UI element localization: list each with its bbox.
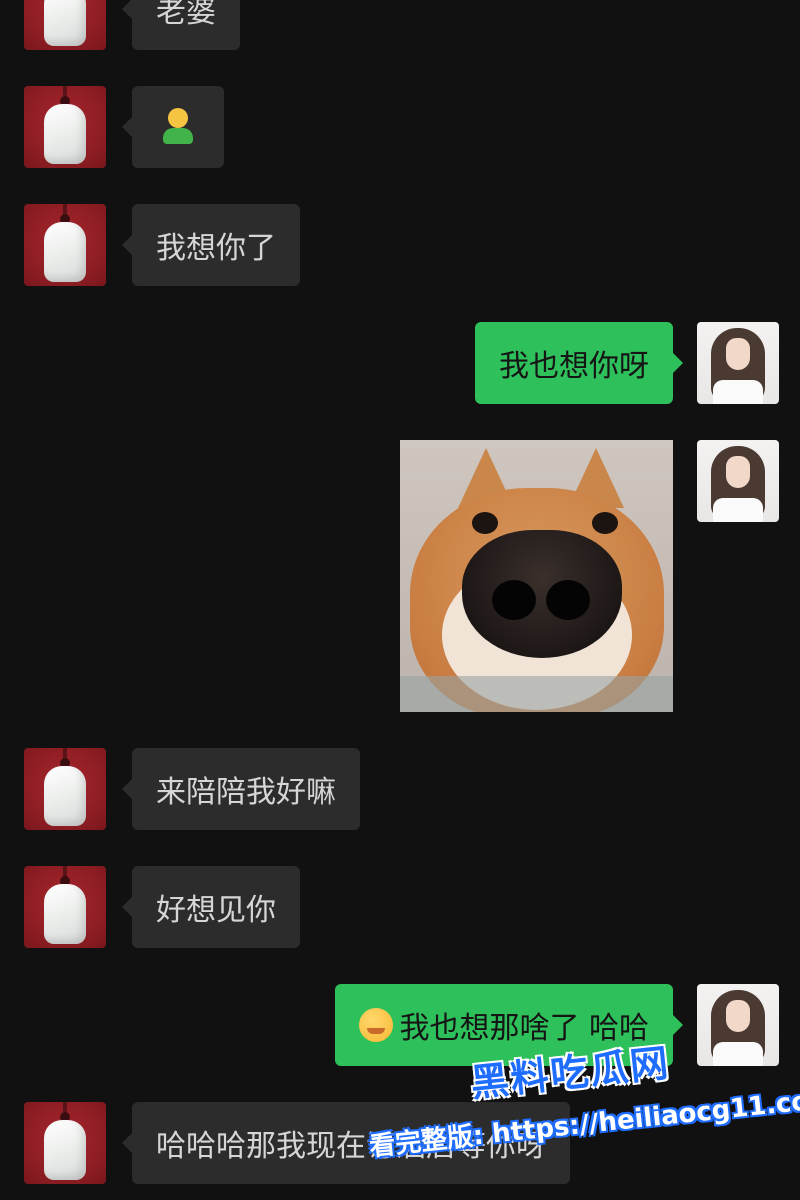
incoming-emoji-message[interactable] — [122, 86, 224, 168]
smirk-face-icon — [359, 1008, 394, 1042]
contact-avatar[interactable] — [24, 86, 106, 168]
self-avatar[interactable] — [697, 322, 779, 404]
incoming-message[interactable]: 老婆 — [122, 0, 240, 50]
incoming-message[interactable]: 我想你了 — [122, 204, 300, 286]
contact-avatar[interactable] — [24, 866, 106, 948]
contact-avatar[interactable] — [24, 1102, 106, 1184]
message-text: 我想你了 — [156, 231, 276, 266]
self-avatar[interactable] — [697, 440, 779, 522]
contact-avatar[interactable] — [24, 0, 106, 50]
message-text: 老婆 — [156, 0, 216, 30]
contact-avatar[interactable] — [24, 748, 106, 830]
outgoing-message[interactable]: 我也想你呀 — [475, 322, 683, 404]
contact-avatar[interactable] — [24, 204, 106, 286]
dog-photo-message[interactable] — [400, 440, 673, 712]
chat-thread: 老婆 我想你了 我也想你呀 来陪陪我好嘛 好想见你 我也想那啥了 哈哈 哈哈哈那… — [0, 0, 800, 1200]
incoming-message[interactable]: 好想见你 — [122, 866, 300, 948]
self-avatar[interactable] — [697, 984, 779, 1066]
person-emoji-icon — [160, 108, 196, 146]
incoming-message[interactable]: 来陪陪我好嘛 — [122, 748, 360, 830]
message-text: 好想见你 — [156, 893, 276, 928]
message-text: 来陪陪我好嘛 — [156, 775, 336, 810]
message-text: 我也想你呀 — [499, 349, 649, 384]
